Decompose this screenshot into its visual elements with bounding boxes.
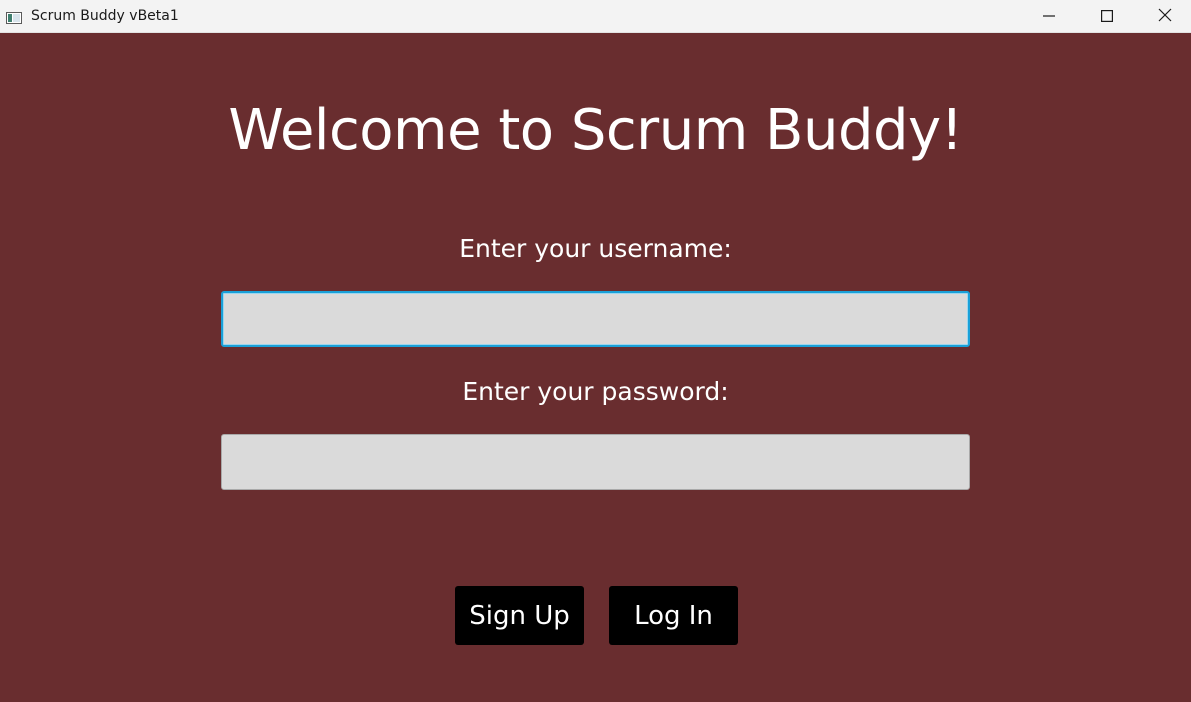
minimize-button[interactable] [1020, 0, 1078, 32]
maximize-icon [1101, 7, 1114, 26]
window-title: Scrum Buddy vBeta1 [31, 8, 179, 24]
close-icon [1158, 7, 1172, 26]
title-bar[interactable]: Scrum Buddy vBeta1 [0, 0, 1191, 33]
username-label: Enter your username: [459, 234, 732, 263]
window-app-icon [6, 9, 22, 24]
maximize-button[interactable] [1078, 0, 1136, 32]
login-panel: Welcome to Scrum Buddy! Enter your usern… [0, 33, 1191, 702]
close-button[interactable] [1136, 0, 1191, 32]
password-input[interactable] [221, 434, 970, 490]
username-input[interactable] [221, 291, 970, 347]
log-in-button[interactable]: Log In [609, 586, 738, 645]
app-window: Scrum Buddy vBeta1 Welcome to Scrum Budd… [0, 0, 1191, 702]
minimize-icon [1043, 7, 1055, 26]
password-label: Enter your password: [462, 377, 729, 406]
sign-up-button[interactable]: Sign Up [455, 586, 584, 645]
page-title: Welcome to Scrum Buddy! [228, 98, 963, 163]
